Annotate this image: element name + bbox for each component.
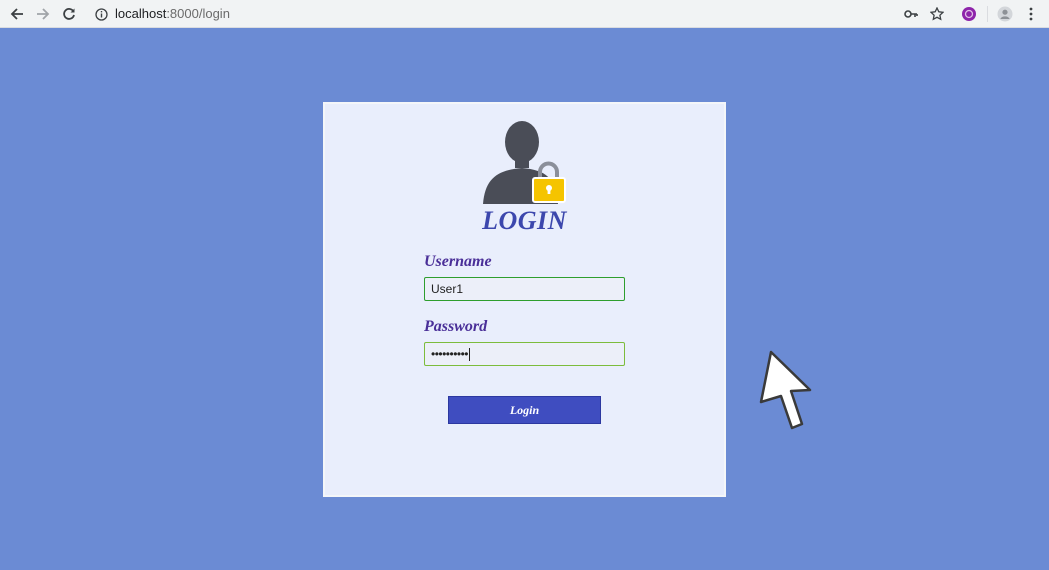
url-path: :8000/login <box>166 6 230 21</box>
username-label: Username <box>424 253 492 270</box>
forward-arrow-icon <box>37 8 50 20</box>
browser-menu-button[interactable] <box>1021 4 1041 24</box>
reload-icon <box>63 8 75 20</box>
login-title: LOGIN <box>482 206 567 235</box>
profile-icon <box>997 6 1013 22</box>
info-icon <box>94 7 108 21</box>
menu-icon <box>1029 7 1033 21</box>
cursor-arrow-icon <box>759 350 812 430</box>
back-arrow-icon <box>10 8 23 20</box>
text-caret <box>469 348 471 362</box>
login-button[interactable]: Login <box>448 396 601 424</box>
extension-button[interactable] <box>959 4 979 24</box>
forward-button[interactable] <box>33 4 53 24</box>
reload-button[interactable] <box>59 4 79 24</box>
bookmark-button[interactable] <box>927 4 947 24</box>
login-card: LOGIN Username User1 Password ••••••••••… <box>323 102 726 497</box>
address-bar[interactable]: localhost:8000/login <box>115 6 230 21</box>
username-input[interactable]: User1 <box>424 277 625 301</box>
star-icon <box>930 7 944 21</box>
back-button[interactable] <box>7 4 27 24</box>
profile-button[interactable] <box>995 4 1015 24</box>
password-masked-value: •••••••••• <box>431 347 469 361</box>
browser-toolbar: localhost:8000/login <box>0 0 1049 28</box>
toolbar-divider <box>987 6 988 22</box>
password-input[interactable]: •••••••••• <box>424 342 625 366</box>
extension-icon <box>962 7 976 21</box>
password-key-button[interactable] <box>901 4 921 24</box>
url-host: localhost <box>115 6 167 21</box>
user-lock-icon <box>483 121 566 204</box>
key-icon <box>904 10 918 18</box>
password-label: Password <box>424 318 488 335</box>
site-info-button[interactable] <box>91 4 111 24</box>
